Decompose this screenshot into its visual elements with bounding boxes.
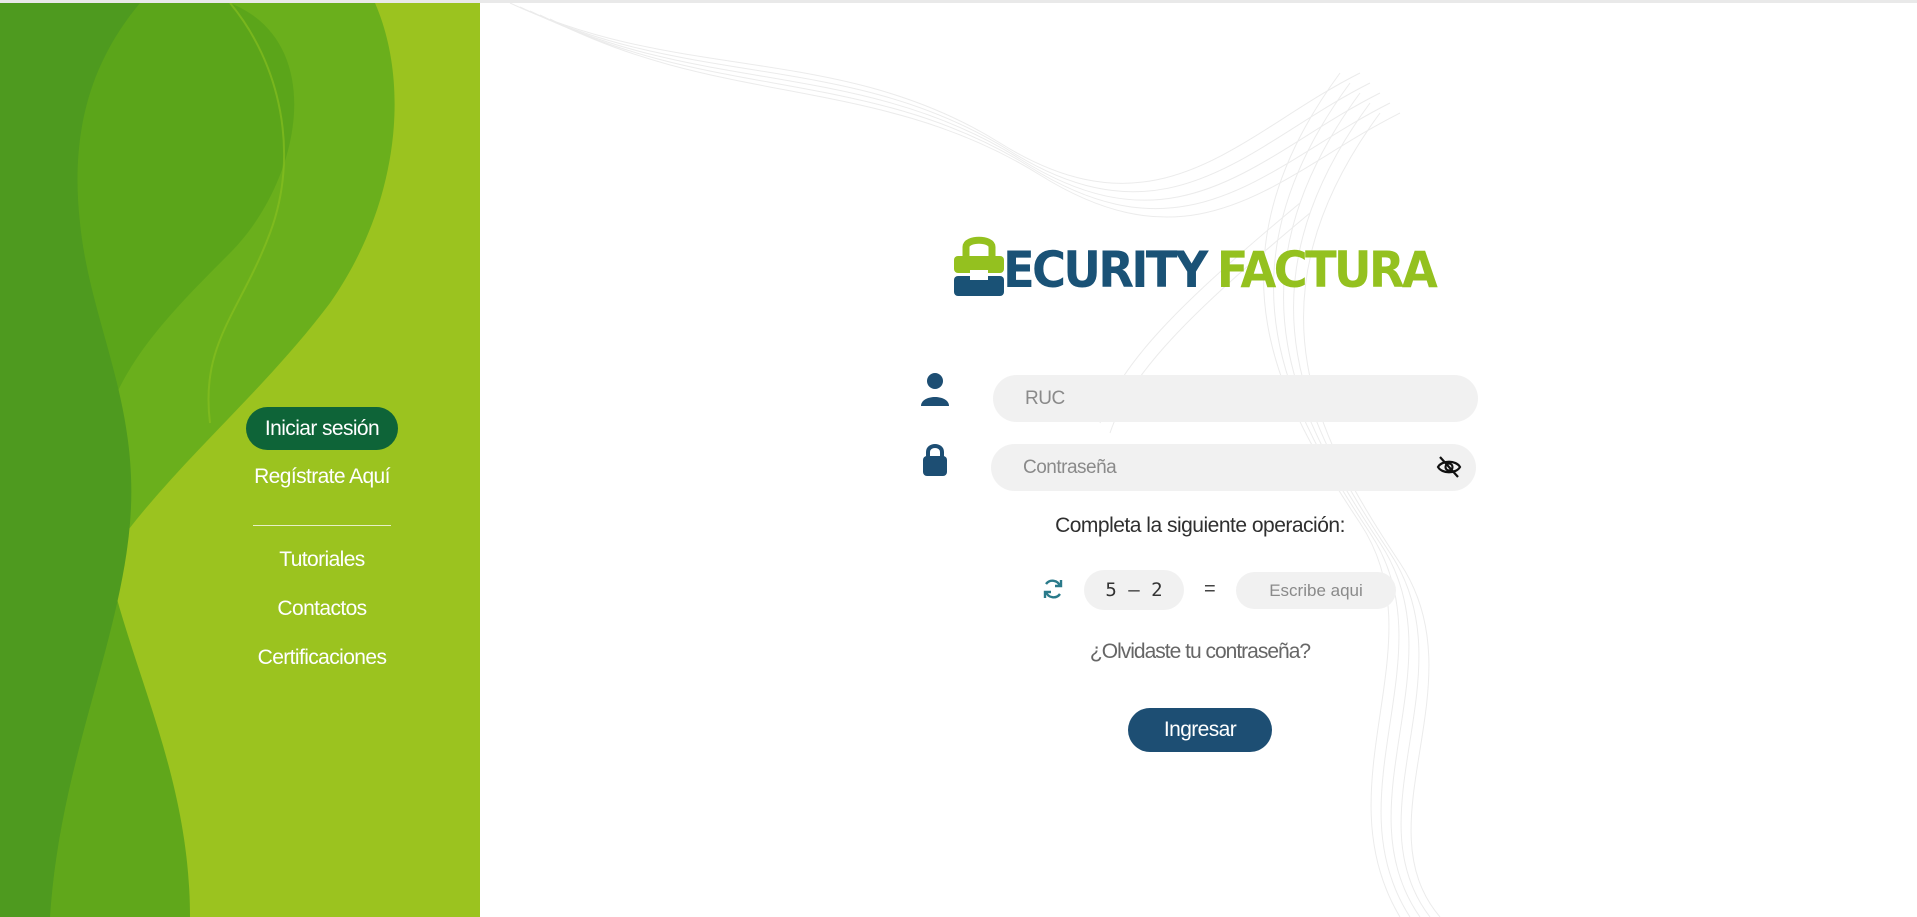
captcha-answer-field[interactable] xyxy=(1236,572,1396,609)
eye-off-icon[interactable] xyxy=(1436,455,1462,479)
forgot-password-link[interactable]: ¿Olvidaste tu contraseña? xyxy=(0,640,1917,664)
sidebar-item-tutorials[interactable]: Tutoriales xyxy=(279,546,365,573)
lock-icon xyxy=(923,444,947,476)
sidebar-item-contacts[interactable]: Contactos xyxy=(277,595,367,622)
logo-lock-icon xyxy=(954,236,1004,296)
logo-word-factura: FACTURA xyxy=(1216,241,1438,299)
captcha-instruction: Completa la siguiente operación: xyxy=(1055,514,1345,537)
ruc-input[interactable] xyxy=(1025,375,1425,422)
logo-text: ECURITY FACTURA xyxy=(1003,241,1438,299)
login-button[interactable]: Ingresar xyxy=(1128,708,1272,752)
captcha-operation: 5 – 2 xyxy=(1084,570,1184,610)
logo-word-security: ECURITY xyxy=(1003,241,1208,299)
password-input[interactable] xyxy=(1023,444,1423,491)
sidebar-item-register[interactable]: Regístrate Aquí xyxy=(254,465,390,489)
login-page: Iniciar sesión Regístrate Aquí Tutoriale… xyxy=(0,0,1917,917)
user-icon xyxy=(921,373,949,406)
sidebar-item-login[interactable]: Iniciar sesión xyxy=(245,407,399,450)
refresh-icon[interactable] xyxy=(1041,577,1065,601)
captcha-equals: = xyxy=(1204,578,1216,600)
sidebar: Iniciar sesión Regístrate Aquí Tutoriale… xyxy=(0,3,480,917)
brand-logo: ECURITY FACTURA xyxy=(952,234,1448,302)
captcha-answer-input[interactable] xyxy=(1236,572,1396,609)
ruc-field[interactable] xyxy=(993,375,1478,422)
password-field[interactable] xyxy=(991,444,1476,491)
